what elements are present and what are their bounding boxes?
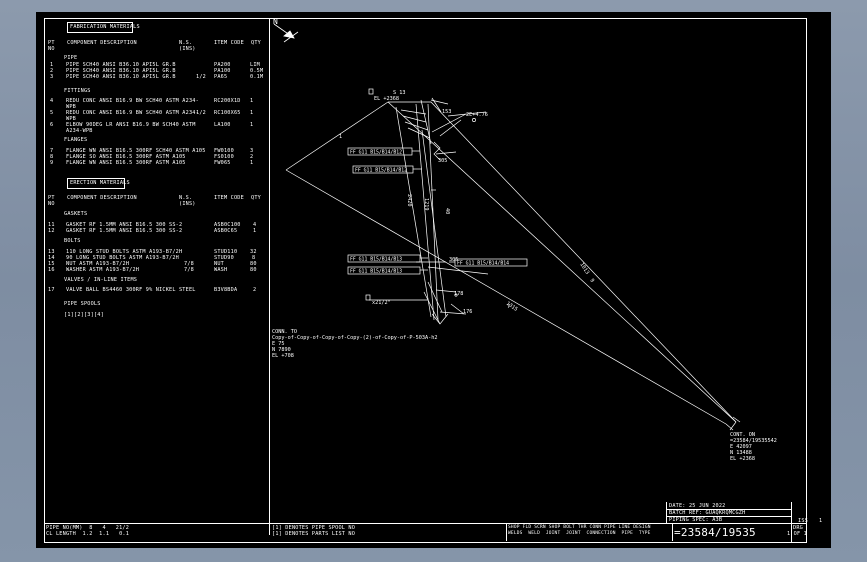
iso-dim-176: 176 bbox=[463, 309, 472, 315]
cont-on-el: EL +2368 bbox=[730, 456, 755, 462]
isometric-drawing: N EL +2368 S 13 153 2E+4.76 305 305 178 … bbox=[272, 17, 777, 462]
conn-to-el: EL +708 bbox=[272, 353, 294, 359]
iso-top-el: EL +2368 bbox=[374, 96, 399, 102]
iso-dim-vertical-1: 2420 bbox=[406, 194, 412, 207]
iso-dim-1013: 1013 bbox=[578, 262, 590, 276]
iso-flag-1: FF G11 B15/B14/B12 bbox=[350, 150, 402, 156]
iso-dim-1315: 1315 bbox=[505, 301, 519, 313]
north-label: N bbox=[273, 17, 278, 26]
conn-to-text: Copy-of-Copy-of-Copy-of-Copy-(2)-of-Copy… bbox=[272, 335, 438, 341]
iso-label-1: 1 bbox=[339, 134, 342, 140]
iso-flag-21: x21/2" bbox=[372, 300, 391, 306]
iso-flag-5: FF G11 B15/B14/B14 bbox=[457, 261, 509, 267]
north-arrow-icon bbox=[273, 23, 299, 43]
iso-flag-3: FF G11 B15/B14/B13 bbox=[350, 257, 402, 263]
iso-dim-vertical-2: 1219 bbox=[423, 198, 429, 211]
iso-dim-2e: 2E+4.76 bbox=[466, 112, 488, 118]
iso-dim-vertical-3: 40 bbox=[444, 208, 450, 214]
iso-top-coords: S 13 bbox=[393, 90, 406, 96]
iso-dim-178: 178 bbox=[454, 291, 463, 297]
iso-flag-2: FF G11 B15/B14/B12 bbox=[355, 168, 407, 174]
iso-label-9: 9 bbox=[588, 278, 595, 284]
iso-flag-4: FF G11 B15/B14/B13 bbox=[350, 269, 402, 275]
cad-viewport: FABRICATION MATERIALS PT NO COMPONENT DE… bbox=[36, 12, 831, 548]
iso-dim-305a: 305 bbox=[438, 158, 447, 164]
iso-dim-153: 153 bbox=[442, 109, 451, 115]
